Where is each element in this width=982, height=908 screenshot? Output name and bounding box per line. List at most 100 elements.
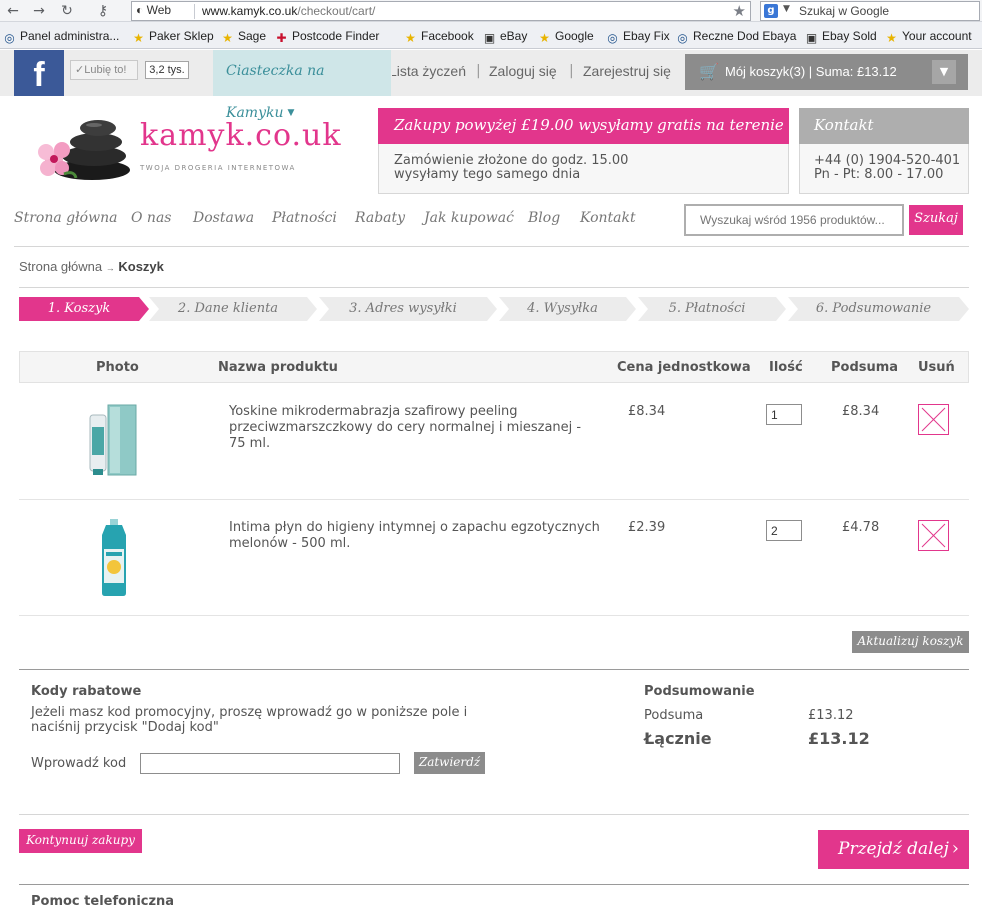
bookmark-google[interactable]: ★ Google	[538, 29, 594, 45]
google-icon: g	[764, 4, 778, 18]
nav-about[interactable]: O nas	[131, 210, 171, 226]
globe-icon: ◎	[677, 31, 688, 45]
register-link[interactable]: Zarejestruj się	[583, 63, 671, 79]
chevron-right-icon: ›	[951, 838, 959, 859]
forward-arrow-icon[interactable]: →	[28, 2, 50, 20]
breadcrumb: Strona główna → Koszyk	[19, 259, 164, 274]
mini-cart-summary: Mój koszyk(3) | Suma: £13.12	[725, 64, 897, 79]
bookmark-paker-sklep[interactable]: ★ Paker Sklep	[132, 29, 214, 45]
ebay-icon: ▣	[483, 31, 496, 45]
quantity-input[interactable]	[766, 520, 802, 541]
browser-search-placeholder: Szukaj w Google	[799, 4, 890, 18]
proceed-button[interactable]: Przejdź dalej ›	[818, 830, 969, 869]
bookmark-ebay-fix[interactable]: ◎ Ebay Fix	[606, 29, 669, 45]
browser-toolbar: ← → ↻ ⚷ ◐ Web www.kamyk.co.uk/checkout/c…	[0, 0, 982, 22]
star-icon: ★	[222, 31, 233, 45]
star-icon: ★	[133, 31, 144, 45]
coupons-description: Jeżeli masz kod promocyjny, proszę wprow…	[31, 705, 468, 735]
address-bar[interactable]: ◐ Web www.kamyk.co.uk/checkout/cart/ ★	[131, 1, 751, 21]
product-image-intima[interactable]	[98, 519, 130, 597]
reload-icon[interactable]: ↻	[56, 2, 78, 20]
search-button[interactable]: Szukaj	[909, 205, 963, 235]
step-payments: 5. Płatności	[668, 301, 746, 316]
step-summary: 6. Podsumowanie	[815, 301, 932, 316]
mini-cart[interactable]: 🛒 Mój koszyk(3) | Suma: £13.12 ▼	[685, 54, 968, 90]
globe-icon: ◎	[607, 31, 618, 45]
star-icon: ★	[886, 31, 897, 45]
product-search-input[interactable]	[684, 204, 904, 236]
close-icon	[921, 523, 946, 548]
step-shipping: 4. Wysyłka	[527, 301, 598, 316]
free-shipping-banner: Zakupy powyżej £19.00 wysyłamy gratis na…	[378, 108, 789, 168]
column-photo: Photo	[96, 360, 139, 375]
continue-shopping-button[interactable]: Kontynuuj zakupy	[19, 829, 142, 853]
web-indicator: ◐ Web	[136, 3, 172, 17]
apply-coupon-button[interactable]: Zatwierdź	[414, 752, 485, 774]
bookmark-ebay[interactable]: ▣ eBay	[483, 29, 528, 45]
coupons-title: Kody rabatowe	[31, 684, 142, 699]
star-icon: ★	[539, 31, 550, 45]
back-arrow-icon[interactable]: ←	[2, 2, 24, 20]
checkout-steps: 1. Koszyk 2. Dane klienta 3. Adres wysył…	[19, 297, 969, 321]
chevron-down-icon[interactable]: ▼	[932, 60, 956, 84]
bookmark-panel-administracyjny[interactable]: ◎ Panel administra...	[3, 29, 119, 45]
bookmark-star-icon[interactable]: ★	[733, 2, 746, 20]
wishlist-link[interactable]: Lista życzeń	[392, 63, 466, 79]
column-unit-price: Cena jednostkowa	[617, 360, 751, 375]
bookmark-ebay-sold[interactable]: ▣ Ebay Sold	[805, 29, 877, 45]
coupon-code-input[interactable]	[140, 753, 400, 774]
cookies-menu[interactable]: Ciasteczka na Kamyku ▼	[213, 50, 391, 121]
browser-search-box[interactable]: g ▼ Szukaj w Google	[760, 1, 980, 21]
nav-contact[interactable]: Kontakt	[580, 210, 636, 226]
bookmarks-bar: ◎ Panel administra... ★ Paker Sklep ★ Sage …	[0, 27, 982, 47]
postcode-icon: ✚	[276, 31, 287, 45]
step-cart: 1. Koszyk	[47, 301, 111, 316]
address-bar-separator	[194, 4, 195, 19]
login-link[interactable]: Zaloguj się	[489, 63, 557, 79]
cart-icon: 🛒	[699, 62, 719, 81]
table-row	[19, 500, 969, 616]
chevron-down-icon[interactable]: ▼	[783, 4, 790, 14]
bookmark-facebook[interactable]: ★ Facebook	[404, 29, 474, 45]
remove-item-button[interactable]	[918, 404, 949, 435]
column-remove: Usuń	[918, 360, 955, 375]
contact-hours: Pn - Pt: 8.00 - 17.00	[814, 167, 944, 182]
bookmark-your-account[interactable]: ★ Your account	[885, 29, 972, 45]
row-subtotal: £4.78	[842, 520, 880, 535]
like-button[interactable]: ✓Lubię to!	[70, 60, 138, 80]
key-icon[interactable]: ⚷	[86, 2, 120, 20]
breadcrumb-home[interactable]: Strona główna	[19, 259, 102, 274]
nav-home[interactable]: Strona główna	[14, 210, 117, 226]
ebay-icon: ▣	[805, 31, 818, 45]
topbar-separator: |	[569, 63, 574, 79]
breadcrumb-current: Koszyk	[118, 259, 164, 274]
remove-item-button[interactable]	[918, 520, 949, 551]
chevron-down-icon: ▼	[287, 108, 295, 118]
summary-subtotal-label: Podsuma	[644, 708, 704, 723]
quantity-input[interactable]	[766, 404, 802, 425]
column-quantity: Ilość	[769, 360, 803, 375]
logo-stones-icon[interactable]	[34, 112, 132, 182]
address-url: www.kamyk.co.uk/checkout/cart/	[202, 4, 376, 18]
same-day-shipping-note: Zamówienie złożone do godz. 15.00 wysyła…	[394, 153, 629, 182]
nav-discounts[interactable]: Rabaty	[355, 210, 405, 226]
nav-delivery[interactable]: Dostawa	[193, 210, 254, 226]
product-image-yoskine[interactable]	[88, 403, 140, 477]
update-cart-button[interactable]: Aktualizuj koszyk	[852, 631, 969, 653]
bookmark-sage[interactable]: ★ Sage	[221, 29, 266, 45]
close-icon	[921, 407, 946, 432]
bookmark-postcode-finder[interactable]: ✚ Postcode Finder	[275, 29, 379, 45]
summary-subtotal-value: £13.12	[808, 708, 854, 723]
product-name[interactable]: Intima płyn do higieny intymnej o zapach…	[229, 520, 609, 552]
star-icon: ★	[405, 31, 416, 45]
bookmark-reczne-dod-ebaya[interactable]: ◎ Reczne Dod Ebaya	[676, 29, 796, 45]
nav-payments[interactable]: Płatności	[272, 210, 337, 226]
logo-text[interactable]: kamyk.co.uk	[140, 118, 342, 153]
product-name[interactable]: Yoskine mikrodermabrazja szafirowy peeli…	[229, 404, 589, 452]
nav-how-to-buy[interactable]: Jak kupować	[424, 210, 514, 226]
like-count: 3,2 tys.	[145, 61, 189, 79]
nav-blog[interactable]: Blog	[528, 210, 560, 226]
breadcrumb-separator: →	[105, 263, 115, 273]
facebook-icon[interactable]: f	[14, 50, 64, 96]
unit-price: £2.39	[628, 520, 666, 535]
